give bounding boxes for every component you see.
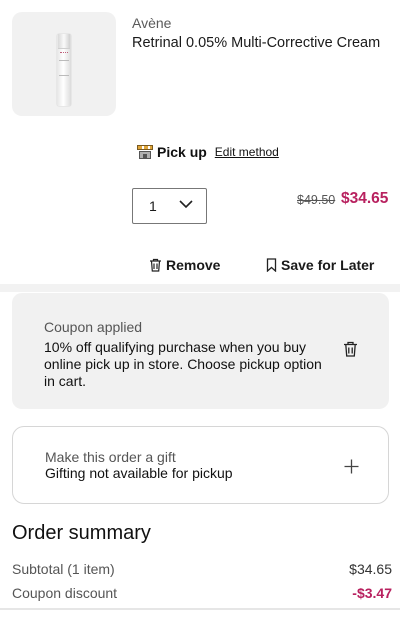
sale-price: $34.65 [341, 190, 389, 207]
gift-title: Make this order a gift [45, 449, 176, 465]
coupon-discount-value: -$3.47 [352, 585, 392, 601]
coupon-discount-label: Coupon discount [12, 585, 118, 601]
bookmark-icon [266, 258, 277, 272]
subtotal-value: $34.65 [349, 561, 392, 577]
remove-coupon-icon[interactable] [343, 341, 358, 357]
coupon-title: Coupon applied [44, 319, 143, 335]
store-icon [137, 144, 153, 160]
quantity-value: 1 [149, 198, 157, 214]
product-image[interactable] [12, 12, 116, 116]
save-for-later-button[interactable]: Save for Later [266, 257, 374, 273]
subtotal-label: Subtotal (1 item) [12, 561, 115, 577]
product-bottle-illustration [57, 34, 71, 106]
gift-subtitle: Gifting not available for pickup [45, 465, 233, 481]
original-price: $49.50 [297, 193, 336, 207]
subtotal-row: Subtotal (1 item) $34.65 [12, 561, 392, 577]
quantity-select[interactable]: 1 [132, 188, 207, 224]
plus-icon[interactable] [344, 459, 359, 474]
section-divider [0, 284, 400, 292]
remove-button[interactable]: Remove [149, 257, 220, 273]
trash-icon [150, 258, 161, 272]
coupon-description: 10% off qualifying purchase when you buy… [44, 339, 322, 389]
chevron-down-icon [179, 200, 193, 209]
gift-option-card[interactable]: Make this order a gift Gifting not avail… [12, 426, 389, 504]
pickup-label: Pick up [157, 144, 207, 160]
product-name[interactable]: Retrinal 0.05% Multi-Corrective Cream [132, 35, 380, 51]
bottom-divider [0, 608, 400, 610]
order-summary-title: Order summary [12, 522, 151, 544]
save-for-later-label: Save for Later [281, 257, 375, 273]
coupon-discount-row: Coupon discount -$3.47 [12, 585, 392, 601]
edit-method-link[interactable]: Edit method [215, 145, 279, 159]
remove-label: Remove [166, 257, 221, 273]
product-brand: Avène [132, 15, 172, 31]
coupon-card: Coupon applied 10% off qualifying purcha… [12, 293, 389, 409]
fulfillment-method: Pick up Edit method [137, 144, 279, 160]
